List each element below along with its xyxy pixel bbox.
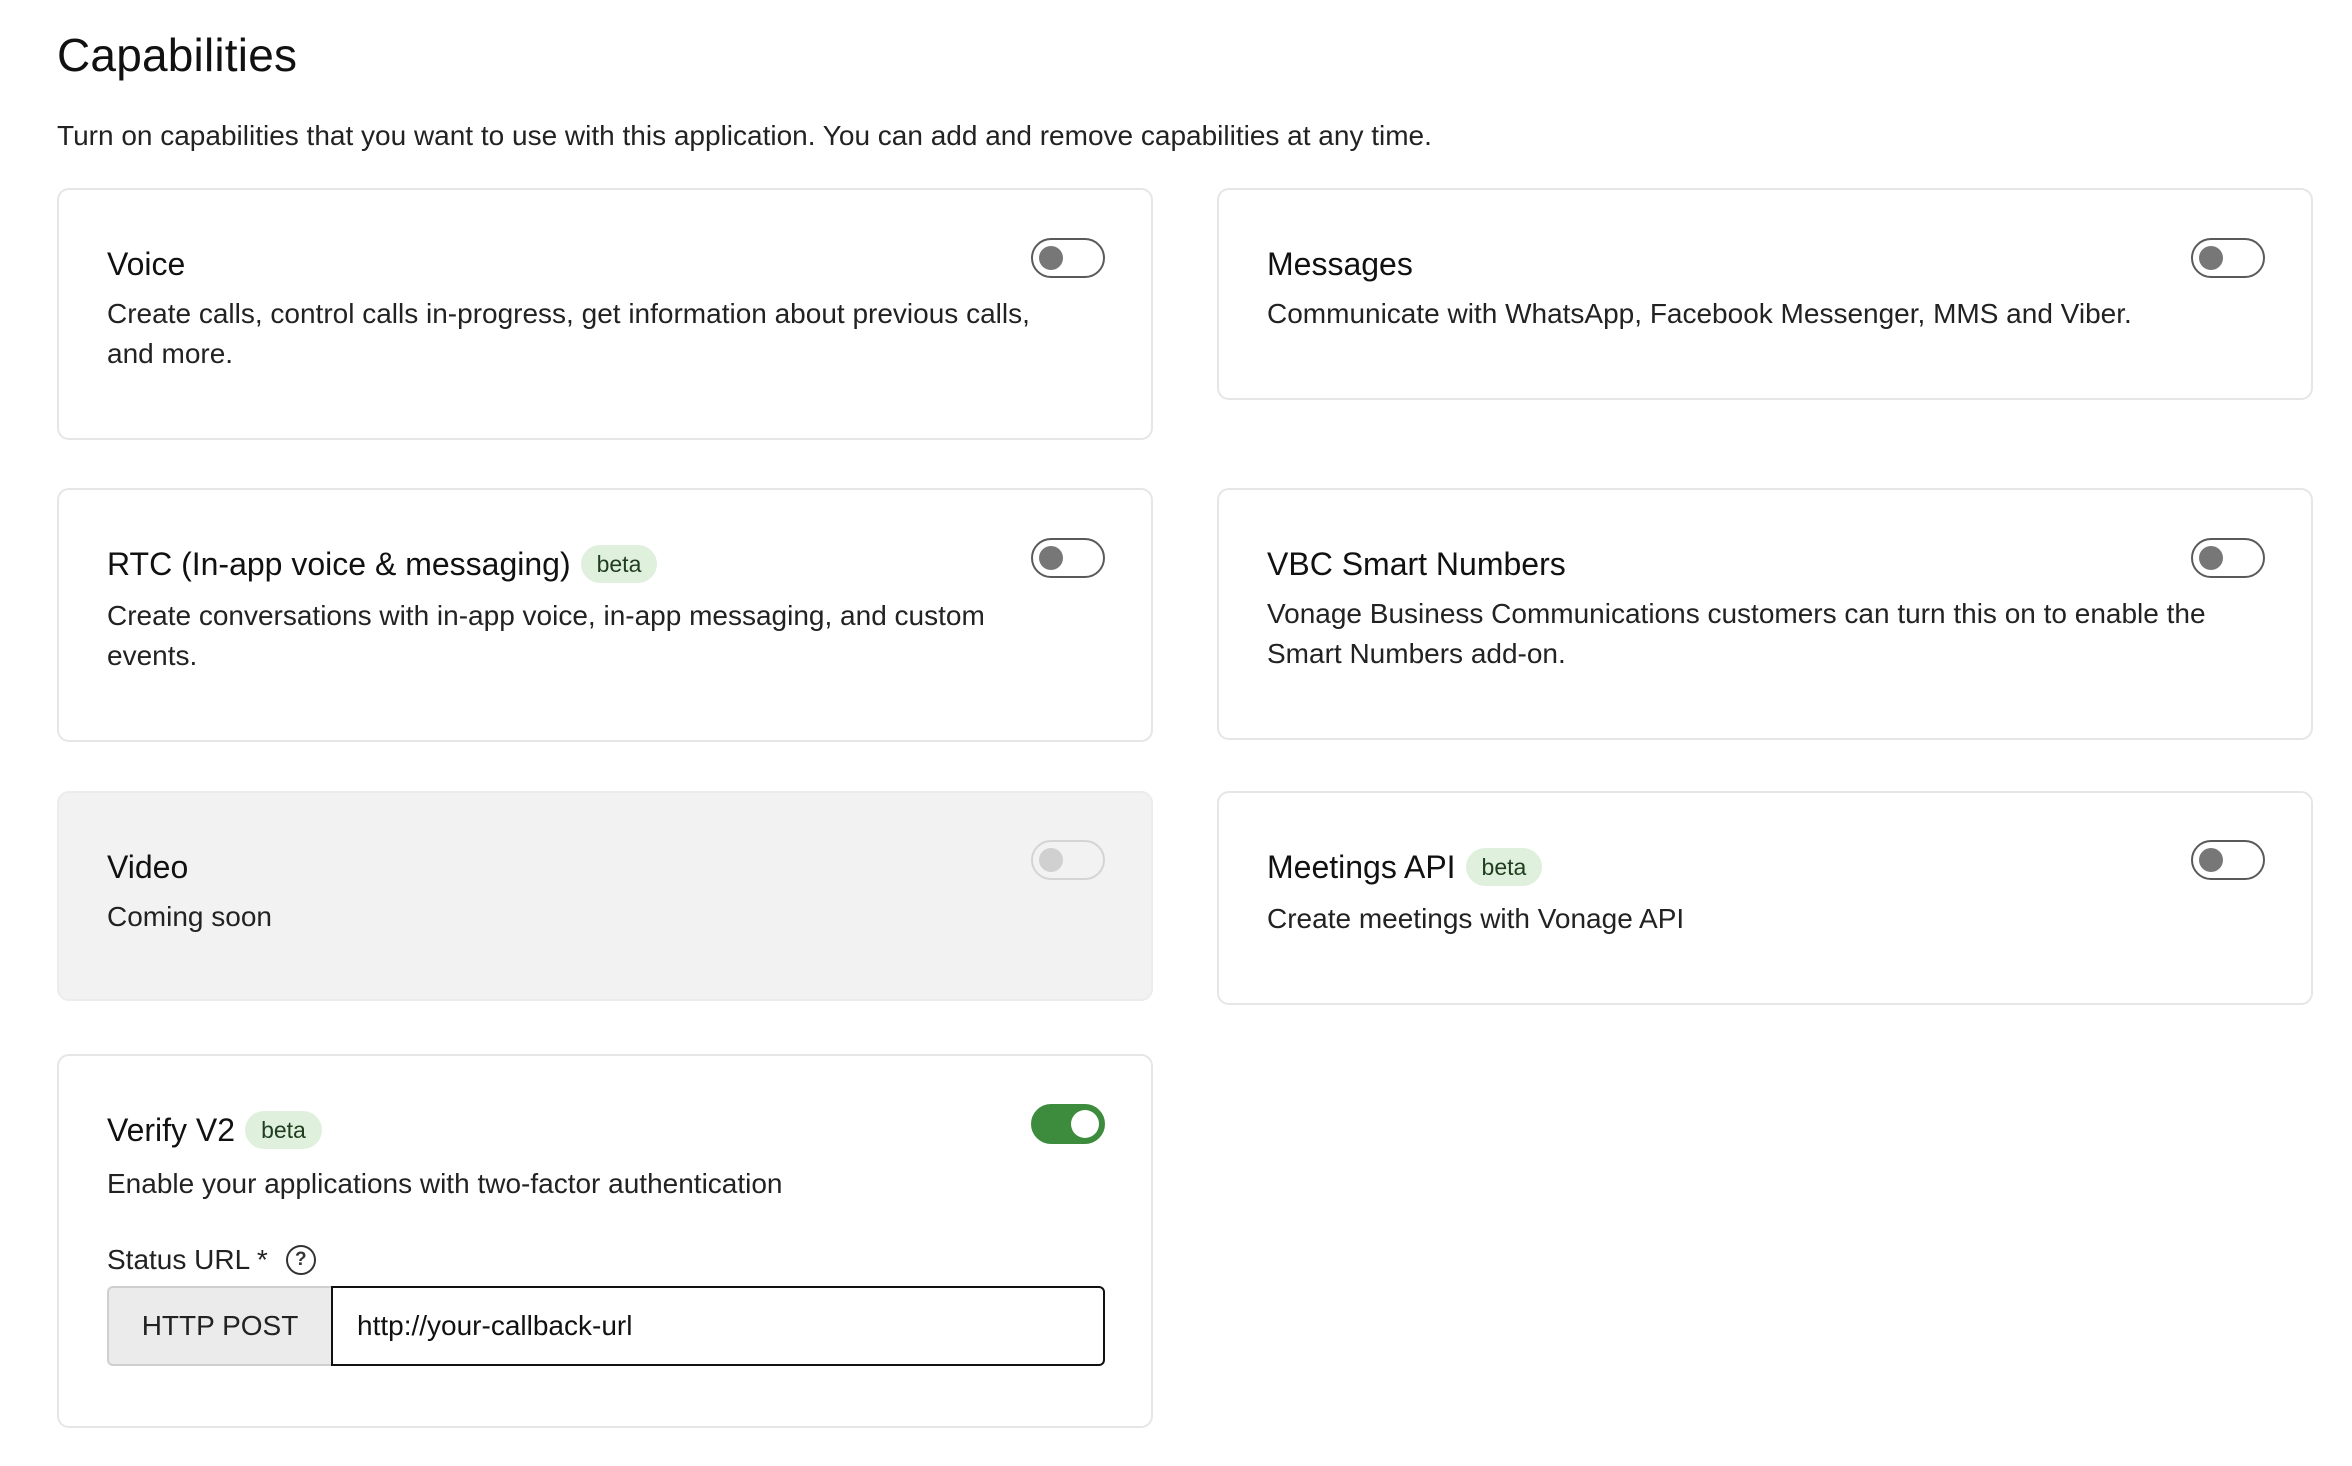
page-subtitle: Turn on capabilities that you want to us… <box>57 120 1432 151</box>
meetings-api-toggle[interactable] <box>2191 840 2265 880</box>
toggle-knob <box>1039 546 1063 570</box>
capability-title: Messages <box>1267 246 1413 282</box>
status-url-label: Status URL * ? <box>107 1242 316 1278</box>
page-title: Capabilities <box>57 29 298 81</box>
capability-card-rtc: RTC (In-app voice & messaging) beta Crea… <box>57 488 1153 742</box>
capability-description: Communicate with WhatsApp, Facebook Mess… <box>1267 298 2132 329</box>
capability-title: Meetings API <box>1267 849 1456 885</box>
toggle-knob <box>1039 246 1063 270</box>
capability-card-meetings-api: Meetings API beta Create meetings with V… <box>1217 791 2313 1005</box>
toggle-knob <box>1039 848 1063 872</box>
capabilities-page: Capabilities Turn on capabilities that y… <box>0 0 2352 1466</box>
toggle-knob <box>2199 246 2223 270</box>
capability-description: Create conversations with in-app voice, … <box>107 600 985 671</box>
capability-card-voice: Voice Create calls, control calls in-pro… <box>57 188 1153 440</box>
http-method-addon: HTTP POST <box>107 1286 331 1366</box>
vbc-smart-numbers-toggle[interactable] <box>2191 538 2265 578</box>
messages-toggle[interactable] <box>2191 238 2265 278</box>
capability-title: VBC Smart Numbers <box>1267 546 1566 582</box>
capability-card-messages: Messages Communicate with WhatsApp, Face… <box>1217 188 2313 400</box>
status-url-input[interactable] <box>331 1286 1105 1366</box>
question-circle-icon[interactable]: ? <box>285 1245 316 1275</box>
beta-badge: beta <box>1465 848 1543 886</box>
capability-description: Vonage Business Communications customers… <box>1267 598 2206 669</box>
beta-badge: beta <box>245 1111 322 1149</box>
capability-title: Verify V2 <box>107 1112 236 1148</box>
toggle-knob <box>2199 848 2223 872</box>
capability-card-vbc-smart-numbers: VBC Smart Numbers Vonage Business Commun… <box>1217 488 2313 740</box>
capability-title: Video <box>107 849 189 885</box>
toggle-knob <box>2199 546 2223 570</box>
capability-description: Enable your applications with two-factor… <box>107 1168 783 1199</box>
capability-card-video: Video Coming soon <box>57 791 1153 1001</box>
capability-description: Create calls, control calls in-progress,… <box>107 298 1030 369</box>
rtc-toggle[interactable] <box>1031 538 1105 578</box>
video-toggle <box>1031 840 1105 880</box>
status-url-field-group: HTTP POST <box>107 1286 1105 1366</box>
beta-badge: beta <box>580 545 658 583</box>
capability-title: Voice <box>107 246 186 282</box>
capability-title: RTC (In-app voice & messaging) <box>107 546 571 582</box>
toggle-knob <box>1071 1110 1099 1138</box>
capability-card-verify-v2: Verify V2 beta Enable your applications … <box>57 1054 1153 1428</box>
voice-toggle[interactable] <box>1031 238 1105 278</box>
verify-v2-toggle[interactable] <box>1031 1104 1105 1144</box>
capability-description: Coming soon <box>107 901 272 932</box>
capability-description: Create meetings with Vonage API <box>1267 903 1685 934</box>
